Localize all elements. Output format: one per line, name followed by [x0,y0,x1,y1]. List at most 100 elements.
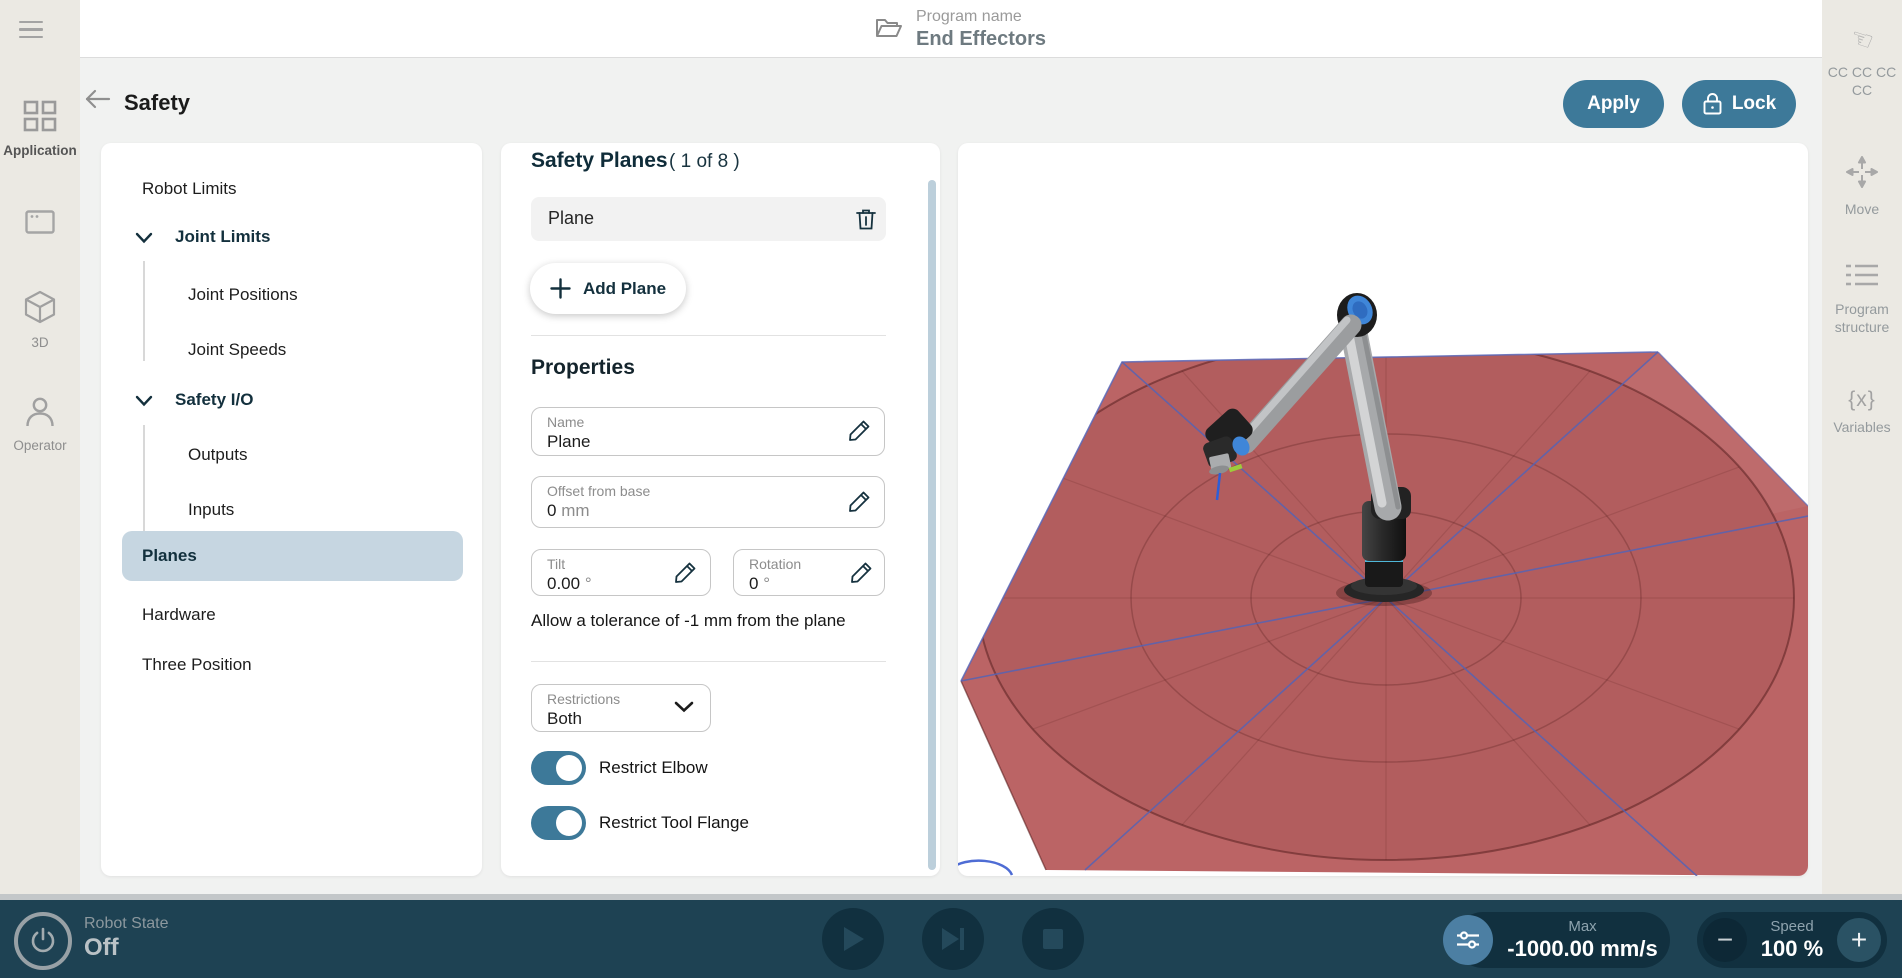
restrict-tool-flange-label: Restrict Tool Flange [599,813,749,833]
plus-icon [550,278,571,299]
plane-item-label: Plane [548,208,594,229]
tree-item-joint-positions[interactable]: Joint Positions [188,285,298,305]
sidebar-item-variables[interactable]: {x} Variables [1822,388,1902,436]
panel-title: Safety Planes [531,149,668,173]
sidebar-item-label: 3D [0,335,80,351]
tree-item-inputs[interactable]: Inputs [188,500,234,520]
tree-connector [143,261,145,361]
add-plane-button[interactable]: Add Plane [530,263,686,314]
tree-item-outputs[interactable]: Outputs [188,445,248,465]
edit-pencil-icon[interactable] [846,489,872,515]
divider [531,335,886,336]
restrict-elbow-toggle[interactable] [531,751,586,785]
offset-unit: mm [561,501,589,520]
polyscope-window: Application 3D Operator [0,0,1902,978]
name-field-label: Name [547,414,584,430]
step-button[interactable] [922,908,984,970]
name-field-value: Plane [547,432,590,452]
move-label: Move [1822,200,1902,218]
safety-tree-panel: Robot Limits Joint Limits Joint Position… [101,143,482,876]
tree-item-three-position[interactable]: Three Position [142,655,252,675]
speed-increase-button[interactable]: + [1837,918,1881,962]
speed-settings-button[interactable] [1443,915,1493,965]
tree-item-robot-limits[interactable]: Robot Limits [142,179,236,199]
top-bar: Program name End Effectors [80,0,1822,58]
edit-pencil-icon[interactable] [846,418,872,444]
stop-icon [1042,928,1064,950]
program-info[interactable]: Program name End Effectors [875,8,1046,51]
restrictions-value: Both [547,709,582,729]
apply-button[interactable]: Apply [1563,80,1664,128]
variables-icon: {x} [1848,388,1876,411]
divider [531,661,886,662]
add-plane-label: Add Plane [583,279,666,299]
tree-item-planes-selected[interactable]: Planes [122,531,463,581]
restrict-tool-flange-row: Restrict Tool Flange [531,806,749,840]
cc-label: CC CC CC CC [1822,63,1902,99]
restrict-elbow-label: Restrict Elbow [599,758,708,778]
sidebar-item-program-structure[interactable]: Program structure [1822,262,1902,336]
restrictions-dropdown[interactable]: Restrictions Both [531,684,711,732]
rotation-field-label: Rotation [749,556,801,572]
sidebar-item-label: Operator [0,438,80,454]
chevron-down-icon[interactable] [135,232,153,244]
tilt-value: 0.00 [547,574,580,593]
toggle-knob [556,755,582,781]
footer-bar: Robot State Off [0,900,1902,978]
grid-icon [23,100,57,132]
rotation-field[interactable]: Rotation 0 ° [733,549,885,596]
plane-list-item[interactable]: Plane [531,197,886,241]
sidebar-item-screen[interactable] [0,210,80,239]
max-label: Max [1503,918,1662,935]
tree-item-hardware[interactable]: Hardware [142,605,216,625]
tree-item-joint-limits[interactable]: Joint Limits [175,227,270,247]
play-button[interactable] [822,908,884,970]
edit-pencil-icon[interactable] [672,560,698,586]
restrict-tool-flange-toggle[interactable] [531,806,586,840]
tilt-field-label: Tilt [547,556,565,572]
max-value: -1000.00 mm/s [1503,936,1662,962]
lock-label: Lock [1732,93,1776,115]
person-icon [24,395,56,427]
sidebar-item-application[interactable]: Application [0,100,80,159]
tilt-field[interactable]: Tilt 0.00 ° [531,549,711,596]
offset-field[interactable]: Offset from base 0 mm [531,476,885,528]
robot-state: Robot State Off [84,915,169,962]
menu-icon[interactable] [19,21,43,41]
play-icon [841,926,865,952]
hand-pointer-icon: ☜ [1846,21,1878,58]
3d-viewport[interactable] [958,143,1808,876]
stop-button[interactable] [1022,908,1084,970]
cube-icon [23,290,57,324]
speed-value: 100 % [1749,936,1835,962]
sidebar-item-operator[interactable]: Operator [0,395,80,454]
power-button[interactable] [14,912,72,970]
right-sidebar: ☜ CC CC CC CC Move Pr [1822,0,1902,894]
skip-next-icon [940,926,966,952]
tree-item-joint-speeds[interactable]: Joint Speeds [188,340,286,360]
speed-pill: − Speed 100 % + [1697,912,1887,968]
program-name-value: End Effectors [916,28,1046,51]
edit-pencil-icon[interactable] [848,560,874,586]
sidebar-item-cc[interactable]: ☜ CC CC CC CC [1822,24,1902,99]
sidebar-item-move[interactable]: Move [1822,156,1902,218]
tree-item-safety-io[interactable]: Safety I/O [175,390,253,410]
speed-decrease-button[interactable]: − [1703,918,1747,962]
page-title: Safety [124,90,190,116]
sliders-icon [1455,929,1481,951]
tolerance-text: Allow a tolerance of -1 mm from the plan… [531,611,846,631]
chevron-down-icon[interactable] [135,395,153,407]
lock-button[interactable]: Lock [1682,80,1796,128]
robot-state-label: Robot State [84,915,169,933]
restrictions-label: Restrictions [547,691,620,707]
safety-plane-3d-scene [958,143,1808,876]
program-structure-label: Program structure [1822,300,1902,336]
name-field[interactable]: Name Plane [531,407,885,456]
max-speed-pill: Max -1000.00 mm/s [1455,912,1670,968]
back-button[interactable] [82,86,116,120]
trash-icon[interactable] [854,207,878,231]
panel-scrollbar[interactable] [928,180,936,870]
sidebar-item-3d[interactable]: 3D [0,290,80,351]
offset-value: 0 [547,501,556,520]
tilt-unit: ° [585,574,592,593]
